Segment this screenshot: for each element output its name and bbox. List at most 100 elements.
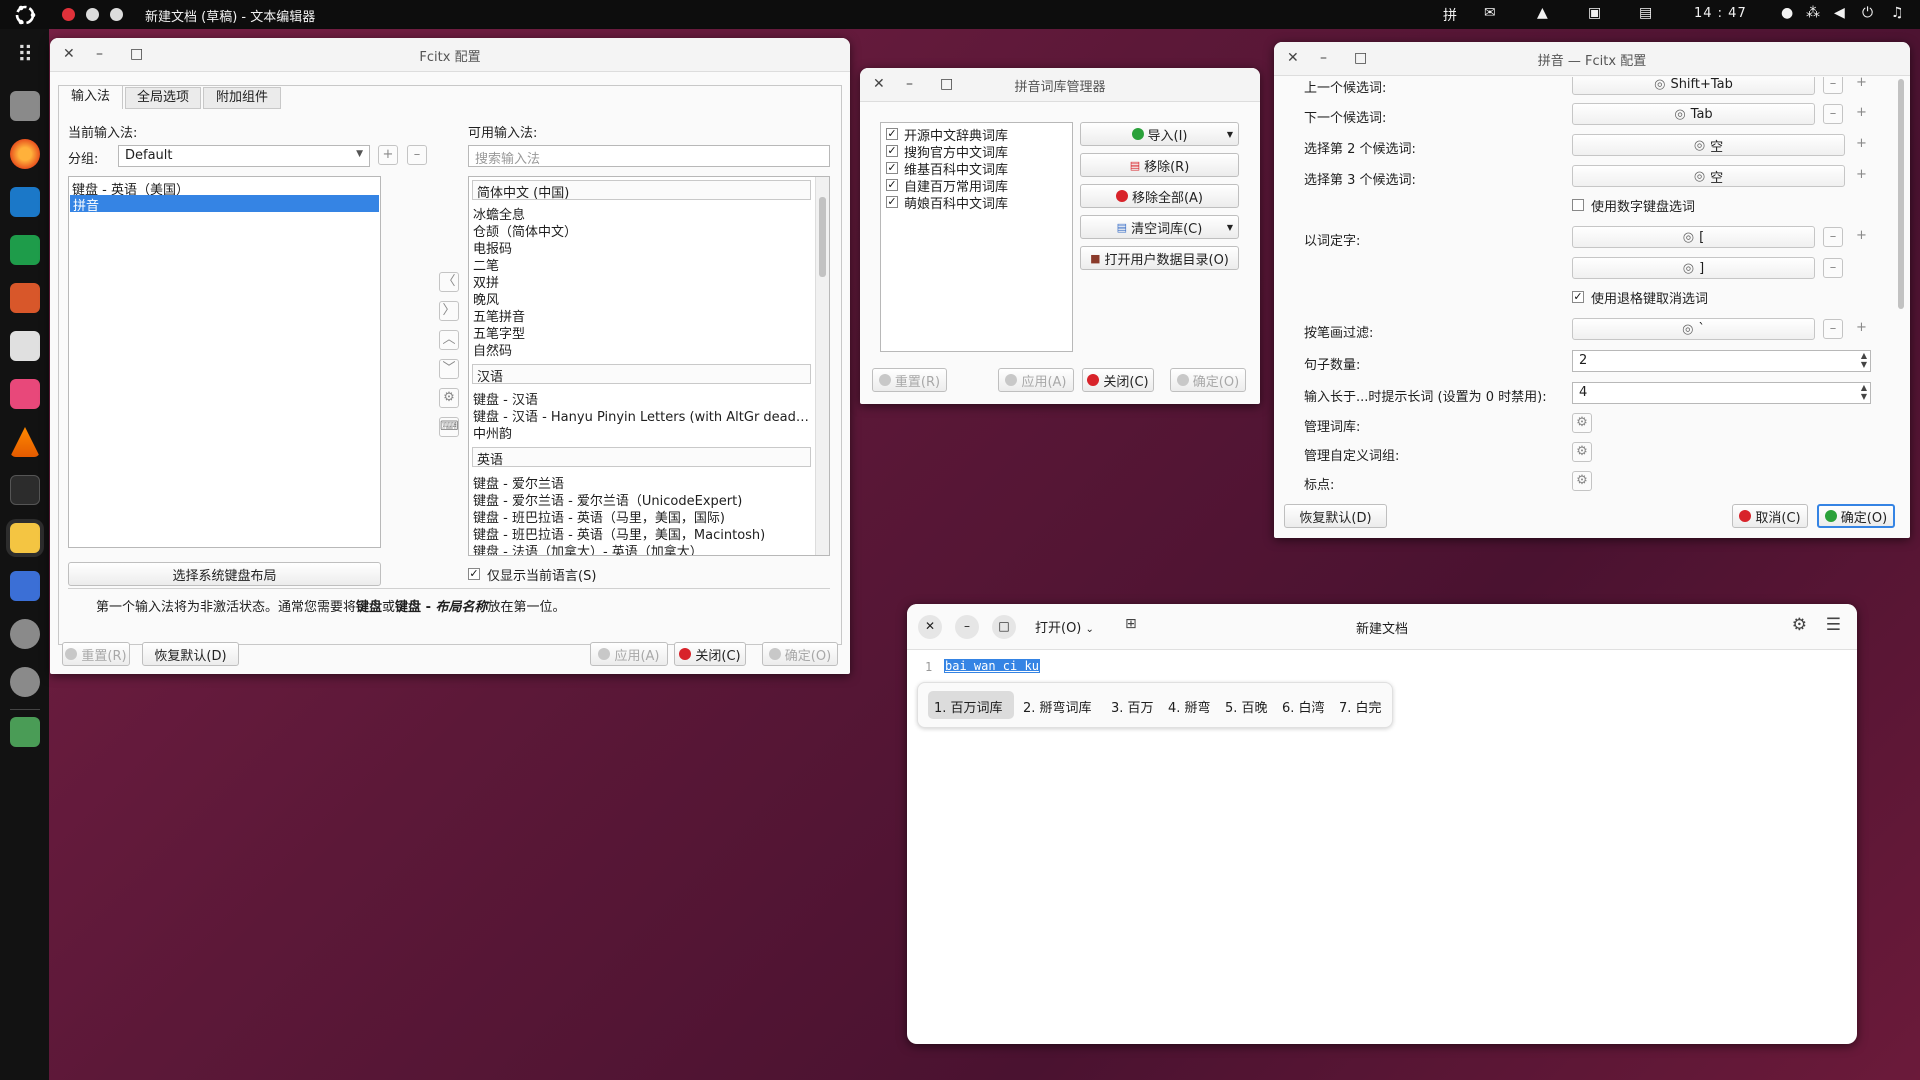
ubuntu-logo-icon[interactable] [13, 3, 37, 27]
remove-group-button[interactable]: – [407, 145, 427, 165]
add-key-button[interactable]: + [1856, 77, 1867, 90]
remove-button[interactable]: ▤ 移除(R) [1080, 153, 1239, 177]
scrollbar[interactable] [1896, 77, 1906, 495]
backspace-checkbox[interactable]: ✓ [1572, 291, 1584, 303]
candidate-item[interactable]: 5. 百晚 [1225, 697, 1268, 716]
dict-item[interactable]: 萌娘百科中文词库 [904, 193, 1008, 212]
notification-icon[interactable]: ▲ [1537, 5, 1548, 21]
restore-defaults-button[interactable]: 恢复默认(D) [1284, 504, 1387, 528]
remove-key-button[interactable]: – [1823, 227, 1843, 247]
power-icon[interactable]: ⏻ [1862, 5, 1873, 21]
impress-icon[interactable] [10, 283, 40, 313]
settings-gear-icon[interactable]: ⚙ [1792, 615, 1807, 635]
candidate-item[interactable]: 7. 白完 [1339, 697, 1382, 716]
firefox-icon[interactable] [10, 139, 40, 169]
long-word-input[interactable]: 4 ▲ ▼ [1572, 382, 1871, 404]
apply-button[interactable]: 应用(A) [998, 368, 1074, 392]
calc-icon[interactable] [10, 235, 40, 265]
clock[interactable]: 14 : 47 [1694, 6, 1747, 21]
settings-icon[interactable] [10, 619, 40, 649]
ok-button[interactable]: 确定(O) [1817, 504, 1895, 528]
trash-icon[interactable] [10, 717, 40, 747]
restore-defaults-button[interactable]: 恢复默认(D) [142, 642, 239, 666]
dict-checkbox[interactable]: ✓ [886, 196, 898, 208]
screenshot-icon[interactable] [10, 571, 40, 601]
scrollbar[interactable] [815, 177, 829, 555]
tab-global-options[interactable]: 全局选项 [125, 87, 201, 109]
list-item-selected[interactable]: 拼音 [70, 195, 379, 214]
list-item[interactable]: 键盘 - 法语（加拿大）- 英语（加拿大） [473, 541, 703, 555]
settings-scroll-area[interactable]: 上一个候选词: ◎ Shift+Tab – + 下一个候选词: ◎ Tab – + … [1274, 77, 1910, 495]
apply-button[interactable]: 应用(A) [590, 642, 668, 666]
installer-icon[interactable] [10, 379, 40, 409]
remove-key-button[interactable]: – [1823, 258, 1843, 278]
current-im-list[interactable]: 键盘 - 英语（美国） 拼音 [68, 176, 381, 548]
open-user-data-dir-button[interactable]: ■ 打开用户数据目录(O) [1080, 246, 1239, 270]
close-button[interactable]: 关闭(C) [674, 642, 746, 666]
settings-icon[interactable] [10, 667, 40, 697]
import-button[interactable]: 导入(I) ▼ [1080, 122, 1239, 146]
move-left-button[interactable]: 〈 [439, 272, 459, 292]
dict-checkbox[interactable]: ✓ [886, 128, 898, 140]
only-current-lang-checkbox[interactable]: ✓ [468, 568, 480, 580]
word-select-key-2[interactable]: ◎] [1572, 257, 1815, 279]
volume-icon[interactable]: ◀ [1834, 5, 1845, 21]
window-close-icon[interactable] [62, 8, 75, 21]
spin-arrows-icon[interactable]: ▲ ▼ [1861, 383, 1867, 401]
add-key-button[interactable]: + [1856, 167, 1867, 182]
scrollbar-thumb[interactable] [1898, 79, 1904, 309]
punctuation-gear-icon[interactable]: ⚙ [1572, 471, 1592, 491]
word-select-key-1[interactable]: ◎[ [1572, 226, 1815, 248]
clipboard-icon[interactable]: ▤ [1639, 5, 1652, 21]
headset-icon[interactable]: ♫ [1891, 5, 1904, 21]
tab-addons[interactable]: 附加组件 [203, 87, 281, 109]
add-key-button[interactable]: + [1856, 320, 1867, 335]
add-key-button[interactable]: + [1856, 136, 1867, 151]
move-down-button[interactable]: ﹀ [439, 359, 459, 379]
clear-dict-button[interactable]: ▤ 清空词库(C) ▼ [1080, 215, 1239, 239]
candidate-item[interactable]: 1. 百万词库 [934, 697, 1003, 716]
files-icon[interactable] [10, 91, 40, 121]
dict-checkbox[interactable]: ✓ [886, 145, 898, 157]
manage-phrase-gear-icon[interactable]: ⚙ [1572, 442, 1592, 462]
dict-checkbox[interactable]: ✓ [886, 162, 898, 174]
input-method-indicator[interactable]: 拼 [1443, 5, 1457, 25]
reset-button[interactable]: 重置(R) [872, 368, 947, 392]
hamburger-menu-icon[interactable]: ☰ [1826, 615, 1841, 635]
keyboard-layout-icon[interactable]: ⌨ [439, 417, 459, 437]
search-input[interactable]: 搜索输入法 [468, 145, 830, 167]
ok-button[interactable]: 确定(O) [1170, 368, 1246, 392]
preedit-text[interactable]: bai wan ci ku [944, 659, 1040, 673]
tab-input-method[interactable]: 输入法 [58, 85, 123, 109]
terminal-icon[interactable] [10, 475, 40, 505]
list-item[interactable]: 键盘 - 汉语 - Hanyu Pinyin Letters (with Alt… [473, 406, 809, 425]
next-candidate-key[interactable]: ◎ Tab [1572, 103, 1815, 125]
add-key-button[interactable]: + [1856, 228, 1867, 243]
cancel-button[interactable]: 取消(C) [1732, 504, 1808, 528]
candidate-item[interactable]: 4. 掰弯 [1168, 697, 1211, 716]
keyboard-indicator-icon[interactable]: ▣ [1588, 5, 1601, 21]
select-2nd-key[interactable]: ◎ 空 [1572, 134, 1845, 156]
remove-key-button[interactable]: – [1823, 104, 1843, 124]
select-3rd-key[interactable]: ◎ 空 [1572, 165, 1845, 187]
window-maximize-icon[interactable] [110, 8, 123, 21]
move-up-button[interactable]: ︿ [439, 330, 459, 350]
select-keyboard-layout-button[interactable]: 选择系统键盘布局 [68, 562, 381, 586]
reset-button[interactable]: 重置(R) [62, 642, 130, 666]
remove-key-button[interactable]: – [1823, 77, 1843, 94]
configure-im-icon[interactable]: ⚙ [439, 388, 459, 408]
dict-list[interactable]: ✓ 开源中文辞典词库 ✓ 搜狗官方中文词库 ✓ 维基百科中文词库 ✓ 自建百万常… [880, 122, 1073, 352]
list-item[interactable]: 中州韵 [473, 423, 512, 442]
network-icon[interactable]: ⁂ [1806, 5, 1820, 21]
text-editor-icon[interactable] [10, 523, 40, 553]
spin-arrows-icon[interactable]: ▲ ▼ [1861, 351, 1867, 369]
list-item[interactable]: 自然码 [473, 340, 512, 359]
add-key-button[interactable]: + [1856, 105, 1867, 120]
chat-icon[interactable]: ● [1781, 5, 1793, 21]
numpad-checkbox[interactable] [1572, 199, 1584, 211]
sentence-count-input[interactable]: 2 ▲ ▼ [1572, 350, 1871, 372]
candidate-item[interactable]: 3. 百万 [1111, 697, 1154, 716]
prev-candidate-key[interactable]: ◎ Shift+Tab [1572, 77, 1815, 95]
manage-dict-gear-icon[interactable]: ⚙ [1572, 413, 1592, 433]
close-button[interactable]: 关闭(C) [1082, 368, 1154, 392]
